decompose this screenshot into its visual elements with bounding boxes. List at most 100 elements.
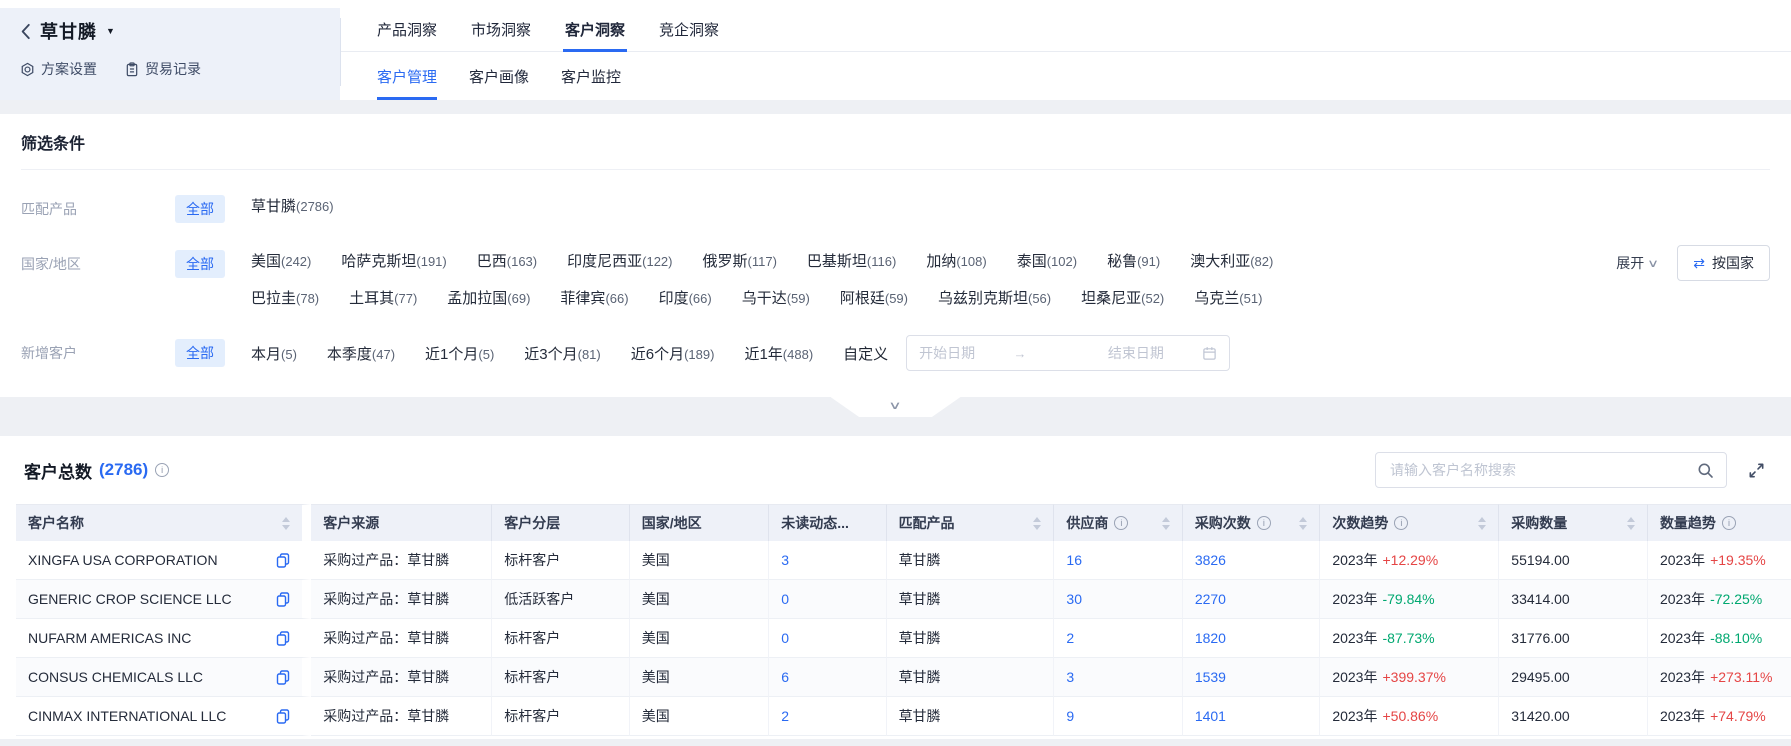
main-tab-competitor-insight[interactable]: 竞企洞察 — [657, 8, 721, 51]
new-customer-option[interactable]: 近1年(488) — [744, 343, 813, 364]
suppliers-link[interactable]: 3 — [1066, 669, 1074, 685]
info-icon[interactable]: i — [1394, 516, 1408, 530]
column-header-quantity_trend[interactable]: 数量趋势 i — [1648, 504, 1791, 541]
back-icon[interactable] — [20, 23, 31, 40]
suppliers-link[interactable]: 9 — [1066, 708, 1074, 724]
product-all-chip[interactable]: 全部 — [175, 195, 225, 223]
sub-tab-customer-monitor[interactable]: 客户监控 — [559, 52, 623, 100]
column-label-quantity_trend: 数量趋势 — [1660, 513, 1716, 533]
unread-link[interactable]: 3 — [781, 552, 789, 568]
info-icon[interactable]: i — [1257, 516, 1271, 530]
column-header-product[interactable]: 匹配产品 — [887, 504, 1055, 541]
country-option[interactable]: 美国(242) — [251, 250, 311, 271]
new-customer-all-chip[interactable]: 全部 — [175, 339, 225, 367]
product-option[interactable]: 草甘膦(2786) — [251, 195, 334, 216]
country-option[interactable]: 印度(66) — [659, 287, 712, 308]
customer-name-link[interactable]: CINMAX INTERNATIONAL LLC — [28, 708, 226, 724]
new-customer-option[interactable]: 近1个月(5) — [425, 343, 494, 364]
country-option[interactable]: 加纳(108) — [926, 250, 986, 271]
country-option[interactable]: 孟加拉国(69) — [447, 287, 530, 308]
new-customer-option[interactable]: 近3个月(81) — [524, 343, 600, 364]
purchases-link[interactable]: 1539 — [1195, 669, 1226, 685]
purchases-link[interactable]: 1401 — [1195, 708, 1226, 724]
title-dropdown-caret-icon[interactable]: ▼ — [106, 26, 115, 36]
country-option[interactable]: 乌兹别克斯坦(56) — [938, 287, 1051, 308]
copy-icon[interactable] — [276, 670, 290, 685]
column-header-purchase_trend[interactable]: 次数趋势i — [1320, 504, 1499, 541]
country-option[interactable]: 土耳其(77) — [349, 287, 417, 308]
cell-purchases: 1539 — [1183, 658, 1321, 697]
suppliers-link[interactable]: 2 — [1066, 630, 1074, 646]
customer-name-link[interactable]: NUFARM AMERICAS INC — [28, 630, 191, 646]
country-option[interactable]: 俄罗斯(117) — [703, 250, 777, 271]
sort-icon[interactable] — [1162, 517, 1170, 530]
country-option[interactable]: 澳大利亚(82) — [1190, 250, 1273, 271]
country-option[interactable]: 印度尼西亚(122) — [567, 250, 672, 271]
page-title[interactable]: 草甘膦 — [40, 18, 97, 44]
column-header-purchases[interactable]: 采购次数i — [1183, 504, 1321, 541]
search-icon[interactable] — [1697, 462, 1714, 479]
customer-name-link[interactable]: XINGFA USA CORPORATION — [28, 552, 218, 568]
suppliers-link[interactable]: 30 — [1066, 591, 1082, 607]
country-all-chip[interactable]: 全部 — [175, 250, 225, 278]
customer-name-link[interactable]: GENERIC CROP SCIENCE LLC — [28, 591, 232, 607]
source-value: 采购过产品：草甘膦 — [323, 669, 449, 685]
date-range-input[interactable]: 开始日期 → 结束日期 — [906, 335, 1230, 371]
column-header-name[interactable]: 客户名称 — [16, 504, 311, 541]
country-option[interactable]: 巴西(163) — [477, 250, 537, 271]
main-tab-market-insight[interactable]: 市场洞察 — [469, 8, 533, 51]
customer-search-input[interactable] — [1376, 453, 1726, 487]
new-customer-option[interactable]: 本月(5) — [251, 343, 297, 364]
suppliers-link[interactable]: 16 — [1066, 552, 1082, 568]
copy-icon[interactable] — [276, 631, 290, 646]
product-title-dropdown[interactable]: 草甘膦 ▼ — [20, 18, 340, 44]
sort-icon[interactable] — [1478, 517, 1486, 530]
main-tab-product-insight[interactable]: 产品洞察 — [375, 8, 439, 51]
info-icon[interactable]: i — [155, 463, 169, 477]
main-tab-customer-insight[interactable]: 客户洞察 — [563, 8, 627, 51]
country-option[interactable]: 坦桑尼亚(52) — [1081, 287, 1164, 308]
custom-date-option[interactable]: 自定义 — [843, 343, 888, 364]
copy-icon[interactable] — [276, 709, 290, 724]
purchases-link[interactable]: 1820 — [1195, 630, 1226, 646]
country-option[interactable]: 菲律宾(66) — [560, 287, 628, 308]
fullscreen-icon[interactable] — [1747, 461, 1766, 480]
sort-icon[interactable] — [1299, 517, 1307, 530]
purchases-link[interactable]: 3826 — [1195, 552, 1226, 568]
scheme-settings-button[interactable]: 方案设置 — [20, 59, 97, 79]
unread-link[interactable]: 2 — [781, 708, 789, 724]
country-option[interactable]: 秘鲁(91) — [1107, 250, 1160, 271]
customer-name-link[interactable]: CONSUS CHEMICALS LLC — [28, 669, 203, 685]
new-customer-option[interactable]: 本季度(47) — [327, 343, 395, 364]
sub-tab-customer-management[interactable]: 客户管理 — [375, 52, 439, 100]
cell-source: 采购过产品：草甘膦 — [311, 541, 492, 580]
country-option[interactable]: 巴基斯坦(116) — [807, 250, 896, 271]
cell-unread: 6 — [769, 658, 886, 697]
copy-icon[interactable] — [276, 553, 290, 568]
sub-tab-customer-profile[interactable]: 客户画像 — [467, 52, 531, 100]
sort-icon[interactable] — [1627, 517, 1635, 530]
new-customer-option[interactable]: 近6个月(189) — [631, 343, 715, 364]
purchases-link[interactable]: 2270 — [1195, 591, 1226, 607]
unread-link[interactable]: 6 — [781, 669, 789, 685]
sort-icon[interactable] — [1033, 517, 1041, 530]
cell-tier: 标杆客户 — [492, 658, 630, 697]
column-header-quantity[interactable]: 采购数量 — [1499, 504, 1648, 541]
country-option[interactable]: 泰国(102) — [1017, 250, 1077, 271]
sort-icon[interactable] — [282, 517, 290, 530]
info-icon[interactable]: i — [1722, 516, 1736, 530]
country-option[interactable]: 巴拉圭(78) — [251, 287, 319, 308]
trade-records-button[interactable]: 贸易记录 — [125, 59, 201, 79]
country-option[interactable]: 阿根廷(59) — [840, 287, 908, 308]
copy-icon[interactable] — [276, 592, 290, 607]
info-icon[interactable]: i — [1114, 516, 1128, 530]
country-option[interactable]: 乌干达(59) — [742, 287, 810, 308]
column-header-suppliers[interactable]: 供应商i — [1054, 504, 1182, 541]
unread-link[interactable]: 0 — [781, 591, 789, 607]
country-option[interactable]: 哈萨克斯坦(191) — [341, 250, 446, 271]
by-country-button[interactable]: ⇄ 按国家 — [1677, 245, 1770, 281]
expand-toggle[interactable]: 展开 ∨ — [1616, 253, 1657, 273]
unread-link[interactable]: 0 — [781, 630, 789, 646]
country-option[interactable]: 乌克兰(51) — [1194, 287, 1262, 308]
filter-collapse-button[interactable]: ∨ — [831, 397, 961, 417]
